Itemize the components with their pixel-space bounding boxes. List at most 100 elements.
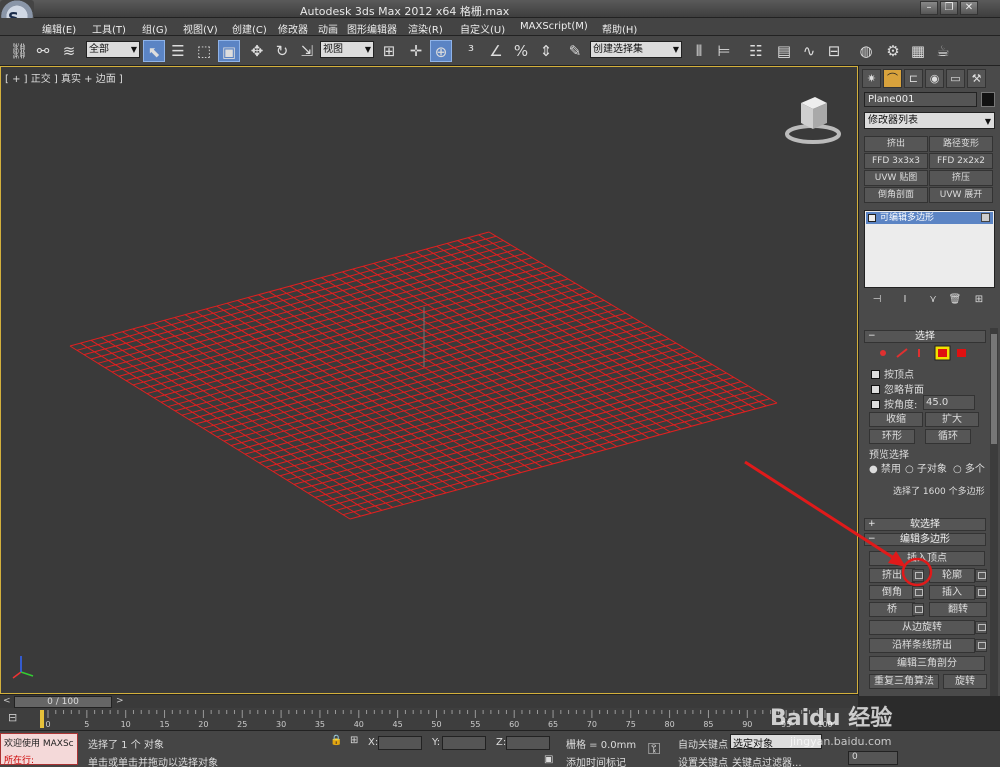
stack-item-editable-poly[interactable]: 可编辑多边形 [866, 212, 993, 224]
pivot-center-icon[interactable]: ⊞ [378, 40, 400, 62]
edit-triangulation-button[interactable]: 编辑三角剖分 [869, 656, 985, 671]
select-by-name-icon[interactable]: ☰ [167, 40, 189, 62]
by-vertex-checkbox[interactable]: 按顶点 [871, 366, 914, 381]
schematic-view-icon[interactable]: ⊟ [823, 40, 845, 62]
shrink-button[interactable]: 收缩 [869, 412, 923, 427]
menu-graph-editors[interactable]: 图形编辑器 [347, 21, 397, 36]
preview-disabled-radio[interactable]: ● 禁用 [869, 460, 901, 475]
angle-snap-icon[interactable]: ∠ [485, 40, 507, 62]
modify-tab-icon[interactable]: ⌒ [883, 69, 902, 88]
bridge-settings-button[interactable] [912, 603, 924, 616]
rect-selection-icon[interactable]: ⬚ [193, 40, 215, 62]
percent-snap-icon[interactable]: % [510, 40, 532, 62]
named-selection-dropdown[interactable]: 创建选择集 ▼ [590, 41, 682, 58]
select-object-icon[interactable]: ⬉ [143, 40, 165, 62]
time-prev-icon[interactable]: < [3, 696, 11, 706]
modifier-bevel-profile-button[interactable]: 倒角剖面 [864, 187, 928, 203]
lock-selection-icon[interactable]: 🔒 [330, 735, 342, 746]
maxscript-listener-mini[interactable]: 欢迎使用 MAXSc 所在行: [0, 733, 78, 766]
ignore-backfacing-checkbox[interactable]: 忽略背面 [871, 381, 924, 396]
link-icon[interactable]: ⛓ [8, 40, 30, 62]
outline-settings-button[interactable] [975, 569, 987, 582]
selection-filter-dropdown[interactable]: 全部 ▼ [86, 41, 140, 58]
modifier-ffd333-button[interactable]: FFD 3x3x3 [864, 153, 928, 169]
modifier-squeeze-button[interactable]: 挤压 [929, 170, 993, 186]
layer-manager-icon[interactable]: ☷ [745, 40, 767, 62]
menu-modifiers[interactable]: 修改器 [278, 21, 308, 36]
modifier-extrude-button[interactable]: 挤出 [864, 136, 928, 152]
y-coord-field[interactable] [442, 736, 486, 750]
extrude-spline-settings-button[interactable] [975, 639, 987, 652]
extrude-settings-button[interactable] [912, 569, 924, 582]
time-slider-thumb[interactable]: 0 / 100 [14, 696, 112, 708]
modifier-ffd222-button[interactable]: FFD 2x2x2 [929, 153, 993, 169]
pin-stack-icon[interactable]: ⊣ [869, 294, 885, 308]
rotate-icon[interactable]: ↻ [271, 40, 293, 62]
create-tab-icon[interactable]: ✷ [862, 69, 881, 88]
modifier-stack[interactable]: 可编辑多边形 [864, 210, 995, 288]
set-key-button[interactable]: 设置关键点 [678, 754, 728, 767]
render-setup-icon[interactable]: ⚙ [882, 40, 904, 62]
curve-editor-icon[interactable]: ∿ [798, 40, 820, 62]
extrude-button[interactable]: 挤出 [869, 568, 915, 583]
modifier-unwrap-uvw-button[interactable]: UVW 展开 [929, 187, 993, 203]
window-crossing-icon[interactable]: ▣ [218, 40, 240, 62]
menu-views[interactable]: 视图(V) [183, 21, 218, 36]
hinge-settings-button[interactable] [975, 621, 987, 634]
preview-subobject-radio[interactable]: ○ 子对象 [905, 460, 947, 475]
make-unique-icon[interactable]: ⋎ [925, 294, 941, 308]
snap-3d-icon[interactable]: ³ [460, 40, 482, 62]
menu-tools[interactable]: 工具(T) [92, 21, 126, 36]
menu-animation[interactable]: 动画 [318, 21, 338, 36]
menu-rendering[interactable]: 渲染(R) [408, 21, 443, 36]
time-next-icon[interactable]: > [116, 696, 124, 706]
menu-customize[interactable]: 自定义(U) [460, 21, 505, 36]
hinge-from-edge-button[interactable]: 从边旋转 [869, 620, 975, 635]
add-time-tag-button[interactable]: 添加时间标记 [566, 754, 626, 767]
bind-spacewarp-icon[interactable]: ≋ [58, 40, 80, 62]
subobject-level-icons[interactable] [877, 345, 987, 361]
minimize-button[interactable]: – [920, 1, 938, 15]
object-name-field[interactable]: Plane001 [864, 92, 977, 107]
inset-settings-button[interactable] [975, 586, 987, 599]
menu-create[interactable]: 创建(C) [232, 21, 267, 36]
hierarchy-tab-icon[interactable]: ⊏ [904, 69, 923, 88]
menu-edit[interactable]: 编辑(E) [42, 21, 76, 36]
auto-key-button[interactable]: 自动关键点 [678, 736, 728, 751]
by-angle-checkbox[interactable]: 按角度: [871, 396, 917, 411]
angle-spinner[interactable]: 45.0 [923, 395, 975, 410]
modifier-uvw-map-button[interactable]: UVW 贴图 [864, 170, 928, 186]
expand-icon[interactable] [868, 214, 876, 222]
plane-wireframe[interactable] [1, 67, 859, 695]
menu-maxscript[interactable]: MAXScript(M) [520, 21, 588, 32]
mirror-icon[interactable]: ⫴ [688, 40, 710, 62]
material-editor-icon[interactable]: ◍ [855, 40, 877, 62]
time-slider[interactable]: < 0 / 100 > [0, 694, 858, 708]
modifier-path-deform-button[interactable]: 路径变形 [929, 136, 993, 152]
grow-button[interactable]: 扩大 [925, 412, 979, 427]
command-panel-scrollbar[interactable] [990, 328, 998, 696]
unlink-icon[interactable]: ⚯ [32, 40, 54, 62]
preview-multi-radio[interactable]: ○ 多个 [953, 460, 985, 475]
display-tab-icon[interactable]: ▭ [946, 69, 965, 88]
close-button[interactable]: ✕ [960, 1, 978, 15]
scrollbar-thumb[interactable] [991, 334, 997, 444]
extrude-along-spline-button[interactable]: 沿样条线挤出 [869, 638, 975, 653]
restore-button[interactable]: ❐ [940, 1, 958, 15]
bridge-button[interactable]: 桥 [869, 602, 915, 617]
configure-sets-icon[interactable]: ⊞ [971, 294, 987, 308]
perspective-viewport[interactable]: [ + ] 正交 ] 真实 + 边面 ] [0, 66, 858, 694]
scale-icon[interactable]: ⇲ [296, 40, 318, 62]
spinner-snap-icon[interactable]: ⇕ [535, 40, 557, 62]
object-color-swatch[interactable] [981, 92, 995, 107]
x-coord-field[interactable] [378, 736, 422, 750]
select-manipulate-icon[interactable]: ✛ [405, 40, 427, 62]
bevel-settings-button[interactable] [912, 586, 924, 599]
align-icon[interactable]: ⊨ [713, 40, 735, 62]
z-coord-field[interactable] [506, 736, 550, 750]
move-icon[interactable]: ✥ [246, 40, 268, 62]
remove-modifier-icon[interactable]: 🗑 [947, 294, 963, 308]
soft-selection-rollout-header[interactable]: + 软选择 [864, 518, 986, 531]
menu-help[interactable]: 帮助(H) [602, 21, 637, 36]
rendered-frame-icon[interactable]: ▦ [907, 40, 929, 62]
